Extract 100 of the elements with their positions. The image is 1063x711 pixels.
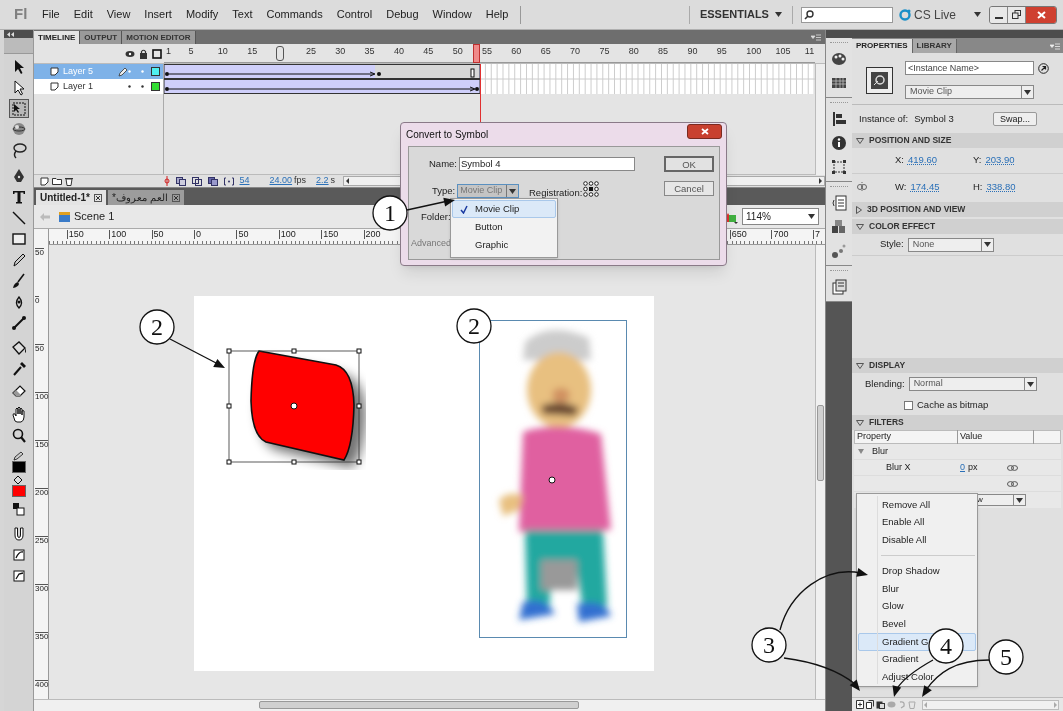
zoom-dropdown[interactable]: 114% [742, 208, 819, 225]
info-icon[interactable] [831, 135, 847, 151]
style-dropdown[interactable]: None [907, 237, 994, 252]
menu-item[interactable]: Remove All [858, 496, 976, 514]
swap-button[interactable]: Swap... [993, 112, 1037, 126]
blending-dropdown[interactable]: Normal [908, 377, 1037, 391]
symbol-name-field[interactable]: Symbol 4 [459, 157, 635, 172]
delete-icon[interactable] [65, 176, 73, 186]
onion-markers-icon[interactable] [223, 176, 234, 186]
onion-skin-icon[interactable] [175, 176, 186, 186]
scroll-right-icon[interactable] [816, 177, 824, 185]
instance-name-field[interactable]: <Instance Name> [905, 61, 1034, 75]
menu-item[interactable]: Insert [144, 6, 172, 23]
scene-name[interactable]: Scene 1 [74, 208, 115, 225]
field-value[interactable]: 174.45 [910, 179, 940, 195]
menu-item[interactable]: Adjust Color [858, 668, 976, 686]
menu-item[interactable]: Blur [858, 579, 976, 598]
menu-item[interactable]: View [106, 6, 131, 23]
menu-item[interactable]: Glow [858, 597, 976, 616]
menu-item[interactable]: Disable All [858, 531, 976, 550]
field-value[interactable]: 338.80 [986, 179, 1016, 195]
column-header[interactable]: Value [958, 430, 1034, 444]
swatches-grid-icon[interactable] [831, 75, 847, 91]
tab-close-icon[interactable] [94, 193, 102, 202]
document-tab[interactable]: العم معروف* [108, 190, 184, 205]
type-option[interactable]: Graphic [452, 236, 556, 254]
add-filter-icon[interactable] [856, 700, 864, 709]
transform-icon[interactable] [831, 159, 847, 175]
layer-color-swatch[interactable] [151, 82, 160, 91]
lock-dot-icon[interactable] [141, 85, 144, 88]
menu-item[interactable]: Window [432, 6, 472, 23]
code-document-icon[interactable] [831, 195, 847, 211]
lock-proportions-icon[interactable] [857, 182, 867, 192]
onion-outline-icon[interactable] [191, 176, 202, 186]
edit-multiple-frames-icon[interactable] [207, 176, 218, 186]
tween-span[interactable] [164, 64, 480, 79]
frame-rate[interactable]: 24.00 [269, 174, 293, 188]
symbol-type-dropdown[interactable]: Movie Clip [905, 85, 1034, 99]
panel-menu-icon[interactable] [811, 34, 821, 41]
panel-menu-icon[interactable] [1050, 43, 1060, 50]
lock-icon[interactable] [139, 48, 148, 59]
section-header[interactable]: 3D POSITION AND VIEW [852, 202, 1063, 217]
dots-icon[interactable] [831, 243, 847, 259]
section-header[interactable]: DISPLAY [852, 358, 1063, 373]
fill-color-swatch[interactable] [11, 485, 26, 497]
menu-item[interactable]: Debug [386, 6, 419, 23]
layer-color-swatch[interactable] [151, 67, 160, 76]
free-transform-tool[interactable] [8, 99, 29, 118]
horizontal-scrollbar[interactable] [34, 699, 825, 711]
section-header[interactable]: FILTERS [852, 415, 1063, 430]
tab-close-icon[interactable] [171, 193, 180, 202]
stroke-color-swatch[interactable] [11, 461, 26, 473]
menu-item[interactable]: Modify [185, 6, 219, 23]
vertical-scrollbar[interactable] [815, 245, 825, 699]
center-frame-icon[interactable] [163, 176, 170, 186]
toolbar-grip[interactable] [4, 38, 33, 54]
workspace-switcher[interactable]: ESSENTIALS [699, 6, 782, 23]
onion-skin-marker[interactable] [276, 46, 284, 61]
menu-item[interactable]: Text [232, 6, 253, 23]
document-tab[interactable]: Untitled-1* [36, 190, 106, 205]
menu-item[interactable]: Help [485, 6, 509, 23]
layer-row[interactable]: Layer 1 [34, 79, 163, 94]
lock-dot-icon[interactable] [141, 70, 144, 73]
current-frame[interactable]: 54 [239, 174, 250, 188]
menu-item[interactable]: Commands [266, 6, 323, 23]
align-icon[interactable] [831, 111, 847, 127]
column-header[interactable]: Property [855, 430, 958, 444]
panel-tab[interactable]: TIMELINE [34, 31, 81, 44]
new-folder-icon[interactable] [52, 177, 62, 185]
outline-icon[interactable] [152, 48, 162, 59]
cancel-button[interactable]: Cancel [664, 181, 714, 196]
elapsed-time[interactable]: 2.2 [316, 174, 329, 188]
section-header[interactable]: POSITION AND SIZE [852, 133, 1063, 148]
color-palette-icon[interactable] [831, 51, 847, 67]
panel-tab[interactable]: PROPERTIES [852, 39, 913, 53]
restore-button[interactable] [1008, 6, 1026, 23]
link-icon[interactable] [1007, 480, 1018, 487]
link-icon[interactable] [1007, 464, 1018, 471]
panel-tab[interactable]: OUTPUT [80, 31, 123, 44]
search-field[interactable] [800, 6, 893, 23]
eye-icon[interactable] [125, 49, 135, 58]
close-button[interactable] [1026, 6, 1056, 23]
stage[interactable] [194, 296, 654, 671]
components-icon[interactable] [831, 219, 847, 235]
tween-span[interactable] [164, 79, 480, 94]
registration-grid-icon[interactable] [583, 181, 599, 197]
section-header[interactable]: COLOR EFFECT [852, 219, 1063, 234]
edit-link-icon[interactable] [1038, 62, 1049, 74]
menu-item[interactable]: File [42, 6, 60, 23]
type-option[interactable]: Button [452, 218, 556, 236]
visibility-dot-icon[interactable] [128, 70, 131, 73]
presets-icon[interactable] [866, 700, 874, 709]
close-button[interactable] [687, 123, 722, 139]
blurred-cartoon-character[interactable] [479, 320, 627, 638]
film-frames-icon[interactable] [831, 279, 847, 295]
type-option[interactable]: Movie Clip [452, 200, 556, 218]
menu-item[interactable]: Control [336, 6, 373, 23]
menu-item[interactable]: Edit [73, 6, 93, 23]
panel-tab[interactable]: MOTION EDITOR [122, 31, 196, 44]
field-value[interactable]: 203.90 [985, 153, 1015, 168]
